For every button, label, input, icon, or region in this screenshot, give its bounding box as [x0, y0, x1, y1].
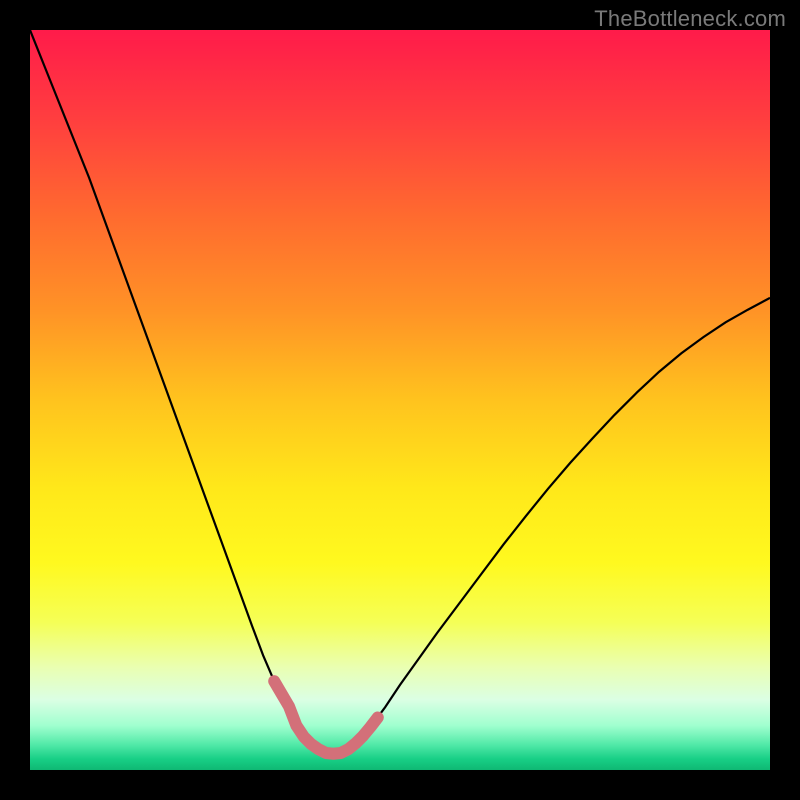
chart-svg	[30, 30, 770, 770]
chart-frame: TheBottleneck.com	[0, 0, 800, 800]
gradient-background	[30, 30, 770, 770]
watermark-text: TheBottleneck.com	[594, 6, 786, 32]
plot-area	[30, 30, 770, 770]
